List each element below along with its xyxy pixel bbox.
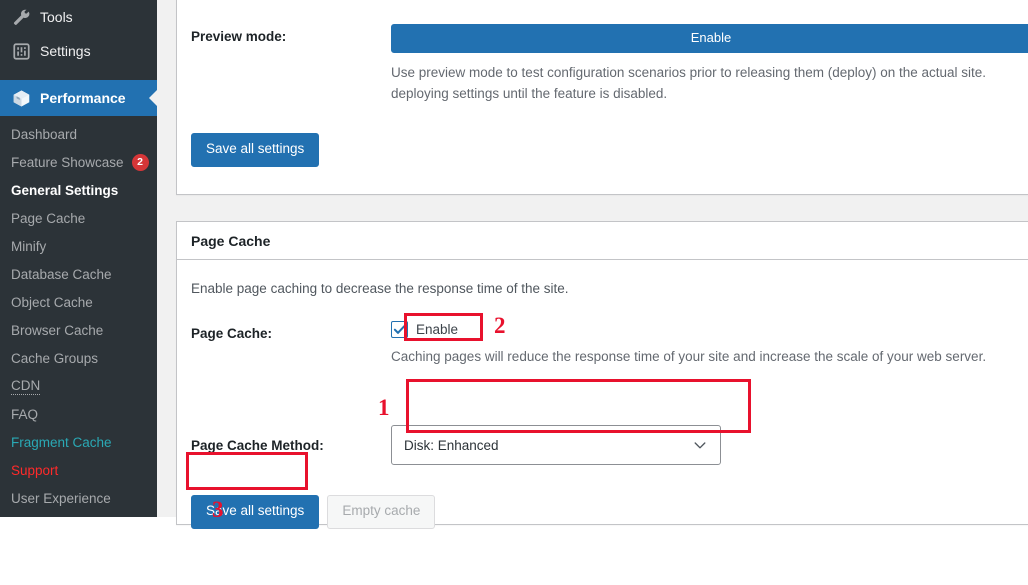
sidebar-item-label: Page Cache bbox=[11, 210, 86, 226]
preview-help-line-2: deploying settings until the feature is … bbox=[391, 85, 668, 101]
page-cache-method-label: Page Cache Method: bbox=[191, 437, 324, 453]
sidebar-item-minify[interactable]: Minify bbox=[0, 232, 157, 260]
sidebar-item-general-settings[interactable]: General Settings bbox=[0, 176, 157, 204]
preview-save-all-settings-button[interactable]: Save all settings bbox=[191, 133, 320, 167]
sidebar-item-feature-showcase[interactable]: Feature Showcase 2 bbox=[0, 148, 157, 176]
sidebar-item-label: Browser Cache bbox=[11, 322, 104, 338]
sidebar-item-dashboard[interactable]: Dashboard bbox=[0, 120, 157, 148]
sidebar-item-user-experience[interactable]: User Experience bbox=[0, 484, 157, 512]
sidebar-item-database-cache[interactable]: Database Cache bbox=[0, 260, 157, 288]
page-cache-enable-checkbox-label: Enable bbox=[416, 322, 459, 337]
preview-help-line-1: Use preview mode to test configuration s… bbox=[391, 65, 987, 81]
sidebar-item-fragment-cache[interactable]: Fragment Cache bbox=[0, 428, 157, 456]
preview-mode-row: Preview mode: Enable Use preview mode to… bbox=[191, 24, 1028, 104]
screen: Tools Settings Performance Dashboard Fea… bbox=[0, 0, 1028, 585]
page-cache-method-row: Page Cache Method: Disk: Enhanced bbox=[191, 425, 1028, 465]
sidebar-item-label: Database Cache bbox=[11, 266, 112, 282]
annotation-number-1: 1 bbox=[378, 395, 390, 420]
preview-mode-body: Preview mode: Enable Use preview mode to… bbox=[177, 0, 1028, 194]
preview-mode-help: Use preview mode to test configuration s… bbox=[391, 63, 1028, 104]
sidebar-item-label: General Settings bbox=[11, 182, 119, 198]
sidebar-item-tools[interactable]: Tools bbox=[0, 0, 157, 34]
page-cache-actions: Save all settings Empty cache bbox=[191, 495, 436, 529]
annotation-number-2: 2 bbox=[494, 313, 506, 338]
sidebar-item-performance[interactable]: Performance bbox=[0, 80, 157, 116]
sidebar-item-label: Feature Showcase bbox=[11, 154, 124, 170]
cube-icon bbox=[11, 88, 31, 108]
preview-mode-panel: Preview mode: Enable Use preview mode to… bbox=[176, 0, 1028, 195]
page-cache-panel: Page Cache Enable page caching to decrea… bbox=[176, 221, 1028, 529]
sidebar-item-label: Tools bbox=[40, 9, 73, 25]
wrench-icon bbox=[11, 7, 31, 27]
page-cache-enable-checkbox[interactable]: Enable bbox=[391, 321, 1028, 338]
sidebar-item-browser-cache[interactable]: Browser Cache bbox=[0, 316, 157, 344]
annotation-number-3: 3 bbox=[212, 497, 224, 522]
sidebar-item-label: Settings bbox=[40, 43, 91, 59]
page-cache-enable-row: Page Cache: Enable Caching pages will re… bbox=[191, 321, 1028, 367]
admin-sidebar: Tools Settings Performance Dashboard Fea… bbox=[0, 0, 157, 517]
page-cache-enable-label: Page Cache: bbox=[191, 326, 273, 341]
preview-enable-button[interactable]: Enable bbox=[391, 24, 1028, 54]
sidebar-item-faq[interactable]: FAQ bbox=[0, 400, 157, 428]
sidebar-item-label: Minify bbox=[11, 238, 47, 254]
sidebar-item-label: FAQ bbox=[11, 406, 39, 422]
page-cache-empty-cache-button: Empty cache bbox=[327, 495, 436, 529]
sidebar-item-label: Dashboard bbox=[11, 126, 78, 142]
page-cache-body: Enable page caching to decrease the resp… bbox=[177, 260, 1028, 529]
preview-mode-label: Preview mode: bbox=[191, 29, 287, 44]
sidebar-item-label: Object Cache bbox=[11, 294, 93, 310]
sidebar-item-label: Performance bbox=[40, 90, 126, 106]
sidebar-item-label: Support bbox=[11, 462, 59, 478]
sidebar-item-label: Fragment Cache bbox=[11, 434, 112, 450]
sidebar-item-support[interactable]: Support bbox=[0, 456, 157, 484]
sidebar-item-label: User Experience bbox=[11, 490, 111, 506]
sidebar-item-page-cache[interactable]: Page Cache bbox=[0, 204, 157, 232]
sidebar-item-cache-groups[interactable]: Cache Groups bbox=[0, 344, 157, 372]
page-cache-save-button[interactable]: Save all settings bbox=[191, 495, 320, 529]
sidebar-item-object-cache[interactable]: Object Cache bbox=[0, 288, 157, 316]
active-menu-arrow-icon bbox=[149, 90, 157, 106]
sidebar-item-badge: 2 bbox=[131, 153, 149, 171]
page-cache-method-selected-value: Disk: Enhanced bbox=[404, 437, 499, 453]
sliders-icon bbox=[11, 41, 31, 61]
page-cache-panel-title: Page Cache bbox=[177, 222, 1028, 260]
page-cache-enable-help: Caching pages will reduce the response t… bbox=[391, 349, 987, 364]
chevron-down-icon bbox=[692, 437, 708, 453]
sidebar-item-settings[interactable]: Settings bbox=[0, 34, 157, 68]
checkbox-box[interactable] bbox=[391, 321, 408, 338]
performance-submenu: Dashboard Feature Showcase 2 General Settin… bbox=[0, 116, 157, 512]
page-cache-method-select[interactable]: Disk: Enhanced bbox=[391, 425, 721, 465]
sidebar-item-cdn[interactable]: CDN bbox=[0, 372, 157, 400]
page-cache-intro: Enable page caching to decrease the resp… bbox=[191, 281, 569, 296]
sidebar-item-label: Cache Groups bbox=[11, 350, 99, 366]
checkmark-icon bbox=[393, 325, 406, 334]
sidebar-item-label: CDN bbox=[11, 377, 41, 395]
